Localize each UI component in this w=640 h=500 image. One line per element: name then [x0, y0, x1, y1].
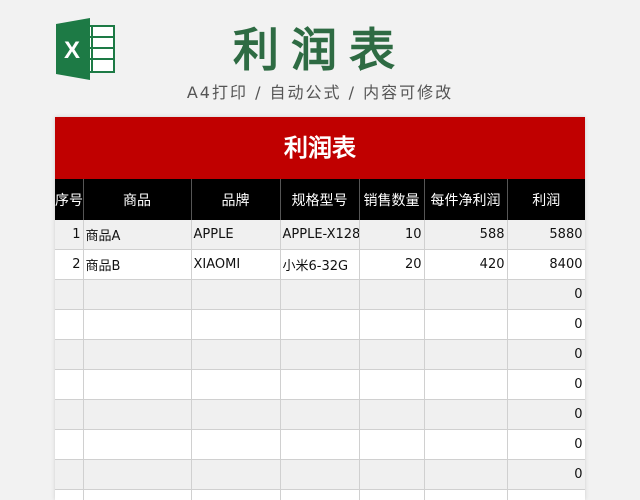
cell-model[interactable] — [280, 339, 360, 370]
table-row — [55, 489, 585, 500]
cell-serial[interactable] — [55, 339, 84, 370]
cell-brand[interactable] — [191, 399, 281, 430]
cell-brand[interactable] — [191, 279, 281, 310]
cell-model[interactable]: 小米6-32G — [280, 249, 360, 280]
cell-profit[interactable]: 0 — [507, 339, 585, 370]
cell-brand[interactable]: XIAOMI — [191, 249, 281, 280]
cell-product[interactable] — [83, 309, 192, 340]
table-row: 2 商品B XIAOMI 小米6-32G 20 420 8400 — [55, 249, 585, 280]
cell-unit-profit[interactable] — [424, 429, 508, 460]
cell-brand[interactable]: APPLE — [191, 220, 281, 250]
table-row: 0 — [55, 429, 585, 460]
cell-serial[interactable] — [55, 279, 84, 310]
cell-profit[interactable]: 5880 — [507, 220, 585, 250]
cell-quantity[interactable] — [359, 489, 425, 500]
table-row: 0 — [55, 339, 585, 370]
cell-serial[interactable] — [55, 399, 84, 430]
cell-model[interactable] — [280, 429, 360, 460]
cell-profit[interactable]: 0 — [507, 309, 585, 340]
cell-quantity[interactable]: 20 — [359, 249, 425, 280]
cell-unit-profit[interactable] — [424, 489, 508, 500]
cell-quantity[interactable] — [359, 309, 425, 340]
cell-serial[interactable]: 2 — [55, 249, 84, 280]
column-header-profit[interactable]: 利润 — [507, 179, 585, 220]
cell-unit-profit[interactable] — [424, 459, 508, 490]
cell-brand[interactable] — [191, 339, 281, 370]
cell-product[interactable]: 商品B — [83, 249, 192, 280]
cell-profit[interactable]: 8400 — [507, 249, 585, 280]
cell-unit-profit[interactable] — [424, 339, 508, 370]
cell-serial[interactable] — [55, 369, 84, 400]
cell-brand[interactable] — [191, 429, 281, 460]
cell-serial[interactable]: 1 — [55, 220, 84, 250]
cell-serial[interactable] — [55, 489, 84, 500]
cell-product[interactable] — [83, 429, 192, 460]
table-header-row: 序号 商品 品牌 规格型号 销售数量 每件净利润 利润 — [55, 179, 585, 220]
sheet-title: 利润表 — [55, 117, 585, 179]
cell-product[interactable] — [83, 339, 192, 370]
cell-quantity[interactable] — [359, 369, 425, 400]
cell-model[interactable] — [280, 309, 360, 340]
table-row: 0 — [55, 279, 585, 310]
cell-model[interactable] — [280, 399, 360, 430]
cell-profit[interactable]: 0 — [507, 459, 585, 490]
cell-model[interactable] — [280, 459, 360, 490]
profit-table: 序号 商品 品牌 规格型号 销售数量 每件净利润 利润 1 商品A APPLE APP… — [55, 179, 585, 500]
column-header-product[interactable]: 商品 — [83, 179, 192, 220]
cell-unit-profit[interactable]: 420 — [424, 249, 508, 280]
column-header-serial[interactable]: 序号 — [55, 179, 84, 220]
cell-product[interactable] — [83, 369, 192, 400]
table-row: 1商品AAPPLEAPPLE-X128G105885880 — [55, 220, 585, 250]
cell-quantity[interactable] — [359, 339, 425, 370]
cell-brand[interactable] — [191, 459, 281, 490]
page-title: 利润表 — [233, 23, 407, 77]
cell-profit[interactable]: 0 — [507, 279, 585, 310]
table-row: 0 — [55, 369, 585, 400]
cell-product[interactable] — [83, 459, 192, 490]
column-header-brand[interactable]: 品牌 — [191, 179, 281, 220]
cell-unit-profit[interactable] — [424, 309, 508, 340]
cell-serial[interactable] — [55, 429, 84, 460]
table-row: 0 — [55, 399, 585, 430]
column-header-model[interactable]: 规格型号 — [280, 179, 360, 220]
cell-unit-profit[interactable] — [424, 369, 508, 400]
cell-brand[interactable] — [191, 309, 281, 340]
cell-quantity[interactable] — [359, 429, 425, 460]
cell-brand[interactable] — [191, 489, 281, 500]
cell-quantity[interactable]: 10 — [359, 220, 425, 250]
cell-quantity[interactable] — [359, 399, 425, 430]
cell-model[interactable] — [280, 489, 360, 500]
cell-unit-profit[interactable] — [424, 399, 508, 430]
cell-product[interactable] — [83, 489, 192, 500]
profit-sheet: 利润表 序号 商品 品牌 规格型号 销售数量 每件净利润 利润 1 商品A APPL… — [55, 117, 585, 500]
cell-model[interactable]: APPLE-X128G — [280, 220, 360, 250]
cell-model[interactable] — [280, 369, 360, 400]
column-header-unit-profit[interactable]: 每件净利润 — [424, 179, 508, 220]
cell-unit-profit[interactable] — [424, 279, 508, 310]
cell-quantity[interactable] — [359, 459, 425, 490]
page-subtitle: A4打印 / 自动公式 / 内容可修改 — [186, 83, 454, 102]
cell-brand[interactable] — [191, 369, 281, 400]
cell-profit[interactable]: 0 — [507, 369, 585, 400]
cell-model[interactable] — [280, 279, 360, 310]
cell-quantity[interactable] — [359, 279, 425, 310]
column-header-quantity[interactable]: 销售数量 — [359, 179, 425, 220]
cell-profit[interactable]: 0 — [507, 429, 585, 460]
cell-profit[interactable]: 0 — [507, 399, 585, 430]
cell-product[interactable] — [83, 279, 192, 310]
cell-unit-profit[interactable]: 588 — [424, 220, 508, 250]
cell-product[interactable]: 商品A — [83, 220, 192, 250]
cell-serial[interactable] — [55, 459, 84, 490]
cell-product[interactable] — [83, 399, 192, 430]
cell-profit[interactable] — [507, 489, 585, 500]
cell-serial[interactable] — [55, 309, 84, 340]
table-row: 0 — [55, 309, 585, 340]
table-row: 0 — [55, 459, 585, 490]
